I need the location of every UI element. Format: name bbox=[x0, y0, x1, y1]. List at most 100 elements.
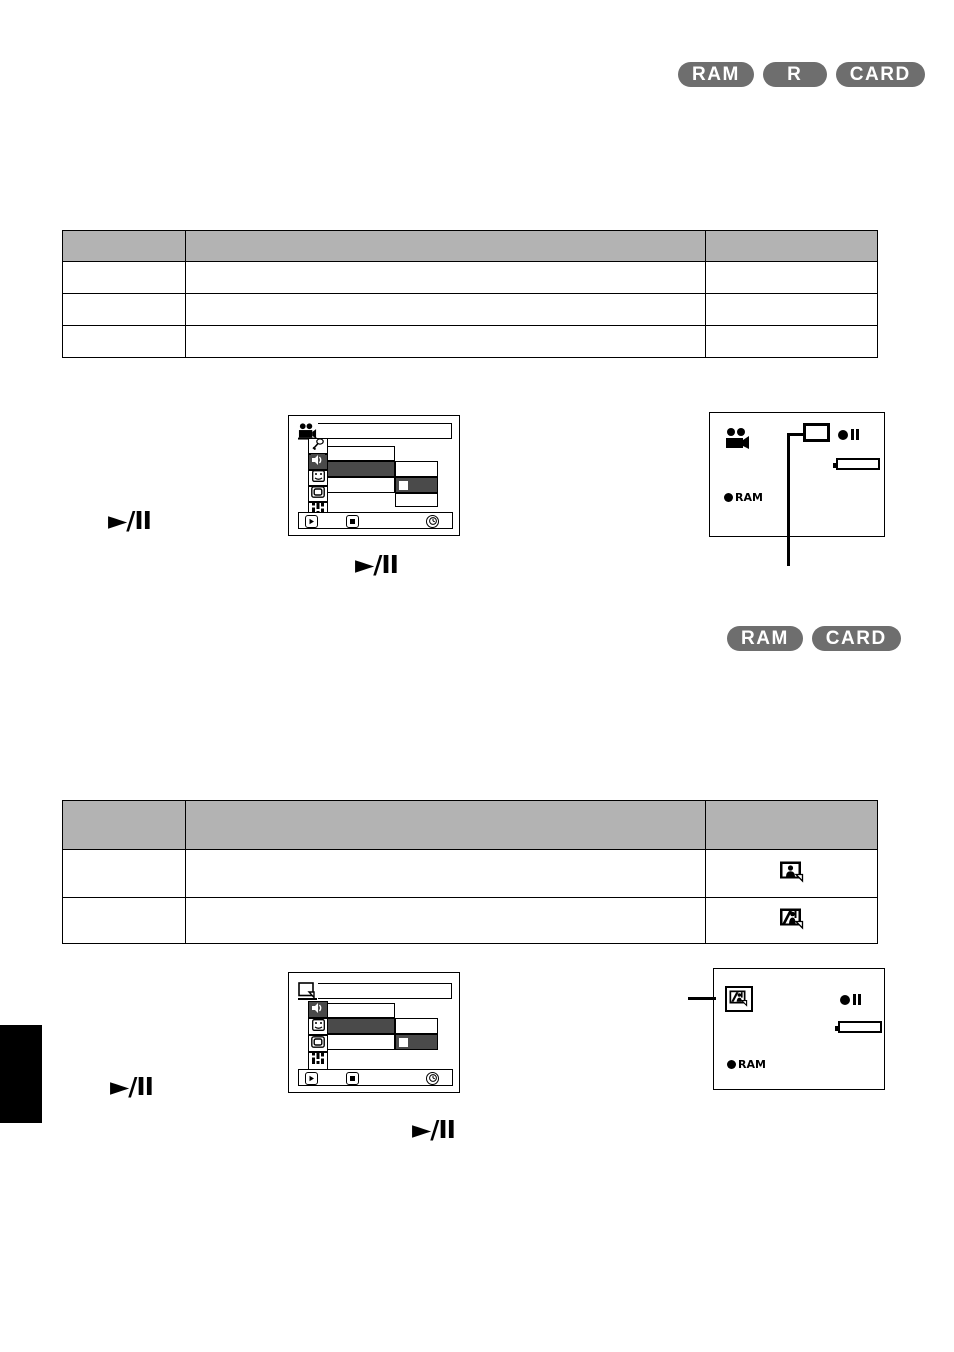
table-row bbox=[62, 897, 878, 944]
camcorder-lcd-top: RAM bbox=[709, 412, 885, 537]
menu-title-bar bbox=[297, 983, 452, 999]
badge-ram: RAM bbox=[727, 626, 803, 651]
menu-panel-column-three bbox=[327, 1034, 395, 1050]
badge-card: CARD bbox=[835, 62, 925, 87]
badge-r: R bbox=[762, 62, 827, 87]
menu-subpanel-cursor bbox=[399, 481, 408, 490]
menu-subpanel-cursor bbox=[399, 1038, 408, 1047]
page-edge-index-tab bbox=[0, 1025, 42, 1123]
callout-leader-vertical bbox=[787, 433, 790, 566]
sidebar-item-speaker[interactable] bbox=[308, 1001, 328, 1018]
still-photo-person-icon bbox=[779, 861, 805, 887]
menu-subpanel-top bbox=[395, 1018, 438, 1034]
clock-icon[interactable] bbox=[426, 1071, 439, 1085]
table-cell-indicator bbox=[705, 261, 878, 294]
table-header-cell-indicator bbox=[705, 800, 878, 850]
clock-icon[interactable] bbox=[426, 514, 439, 528]
table-header-cell-indicator bbox=[705, 230, 878, 262]
media-badge-row-top: RAM R CARD bbox=[678, 62, 925, 87]
menu-subpanel-bottom bbox=[395, 493, 438, 507]
badge-card: CARD bbox=[811, 626, 901, 651]
badge-ram: RAM bbox=[678, 62, 754, 87]
table-cell-setting bbox=[62, 325, 186, 358]
table-header-row bbox=[62, 800, 878, 850]
menu-sidebar bbox=[308, 438, 328, 519]
disc-type-indicator: RAM bbox=[724, 491, 763, 504]
table-cell-indicator bbox=[705, 897, 878, 944]
menu-sidebar bbox=[308, 1001, 328, 1070]
camcorder-menu-screen-top bbox=[288, 415, 460, 536]
clock-display-icon bbox=[311, 1018, 325, 1036]
menu-panel-selected-row bbox=[327, 461, 395, 477]
play-icon[interactable] bbox=[305, 1071, 318, 1085]
table-cell-indicator bbox=[705, 325, 878, 358]
sidebar-item-clock-display[interactable] bbox=[308, 470, 328, 486]
table-cell-description bbox=[185, 325, 706, 358]
battery-icon bbox=[833, 458, 880, 470]
play-pause-button-label-left: ►/II bbox=[108, 506, 152, 535]
photo-card-icon bbox=[298, 982, 317, 1000]
camcorder-lcd-bottom: RAM bbox=[713, 968, 885, 1090]
play-pause-button-label-caption: ►/II bbox=[412, 1115, 456, 1144]
table-row bbox=[62, 293, 878, 326]
sidebar-item-monitor[interactable] bbox=[308, 1035, 328, 1052]
disc-type-label: RAM bbox=[738, 1058, 766, 1071]
sidebar-item-speaker[interactable] bbox=[308, 454, 328, 470]
stop-icon[interactable] bbox=[346, 1071, 359, 1085]
sidebar-item-monitor[interactable] bbox=[308, 486, 328, 502]
table-cell-setting bbox=[62, 261, 186, 294]
table-row bbox=[62, 849, 878, 898]
disc-icon bbox=[724, 493, 733, 502]
record-pause-indicator bbox=[838, 429, 859, 440]
settings-sliders-icon bbox=[311, 1052, 325, 1070]
moving-photo-person-icon bbox=[725, 986, 753, 1012]
disc-type-label: RAM bbox=[735, 491, 763, 504]
sidebar-item-settings[interactable] bbox=[308, 1052, 328, 1070]
table-cell-indicator bbox=[705, 849, 878, 898]
menu-subpanel-selected bbox=[395, 477, 438, 493]
table-header-cell-description bbox=[185, 230, 706, 262]
menu-subpanel-top bbox=[395, 461, 438, 477]
callout-leader-horizontal bbox=[787, 433, 804, 436]
table-cell-description bbox=[185, 293, 706, 326]
settings-table-bottom bbox=[62, 800, 878, 944]
record-dot-icon bbox=[838, 429, 848, 440]
play-pause-button-label-caption: ►/II bbox=[355, 550, 399, 579]
sidebar-item-microphone[interactable] bbox=[308, 438, 328, 454]
sidebar-item-clock-display[interactable] bbox=[308, 1018, 328, 1035]
table-header-cell-description bbox=[185, 800, 706, 850]
moving-photo-person-icon bbox=[779, 908, 805, 934]
settings-table-top bbox=[62, 230, 878, 358]
play-pause-button-label-left: ►/II bbox=[110, 1072, 154, 1101]
table-cell-description bbox=[185, 897, 706, 944]
table-cell-setting bbox=[62, 897, 186, 944]
callout-box bbox=[803, 423, 830, 442]
monitor-icon bbox=[311, 485, 325, 503]
table-cell-setting bbox=[62, 293, 186, 326]
table-header-row bbox=[62, 230, 878, 262]
menu-bottom-bar bbox=[298, 1069, 453, 1086]
menu-panel-selected-row bbox=[327, 1018, 395, 1034]
record-pause-indicator bbox=[840, 994, 861, 1005]
disc-type-indicator: RAM bbox=[727, 1058, 766, 1071]
menu-panel-column-one bbox=[327, 446, 395, 461]
table-cell-indicator bbox=[705, 293, 878, 326]
record-dot-icon bbox=[840, 994, 850, 1005]
pause-icon bbox=[853, 994, 861, 1005]
battery-icon bbox=[835, 1021, 882, 1033]
movie-camera-icon bbox=[724, 427, 750, 456]
table-cell-setting bbox=[62, 849, 186, 898]
menu-bottom-bar bbox=[298, 512, 453, 529]
pause-icon bbox=[851, 429, 859, 440]
table-cell-description bbox=[185, 849, 706, 898]
menu-subpanel-selected bbox=[395, 1034, 438, 1050]
stop-icon[interactable] bbox=[346, 514, 359, 528]
menu-panel-column-three bbox=[327, 477, 395, 493]
media-badge-row-middle: RAM CARD bbox=[727, 626, 901, 651]
table-cell-description bbox=[185, 261, 706, 294]
camcorder-menu-screen-bottom bbox=[288, 972, 460, 1093]
table-row bbox=[62, 261, 878, 294]
play-icon[interactable] bbox=[305, 514, 318, 528]
table-header-cell-setting bbox=[62, 230, 186, 262]
table-row bbox=[62, 325, 878, 358]
